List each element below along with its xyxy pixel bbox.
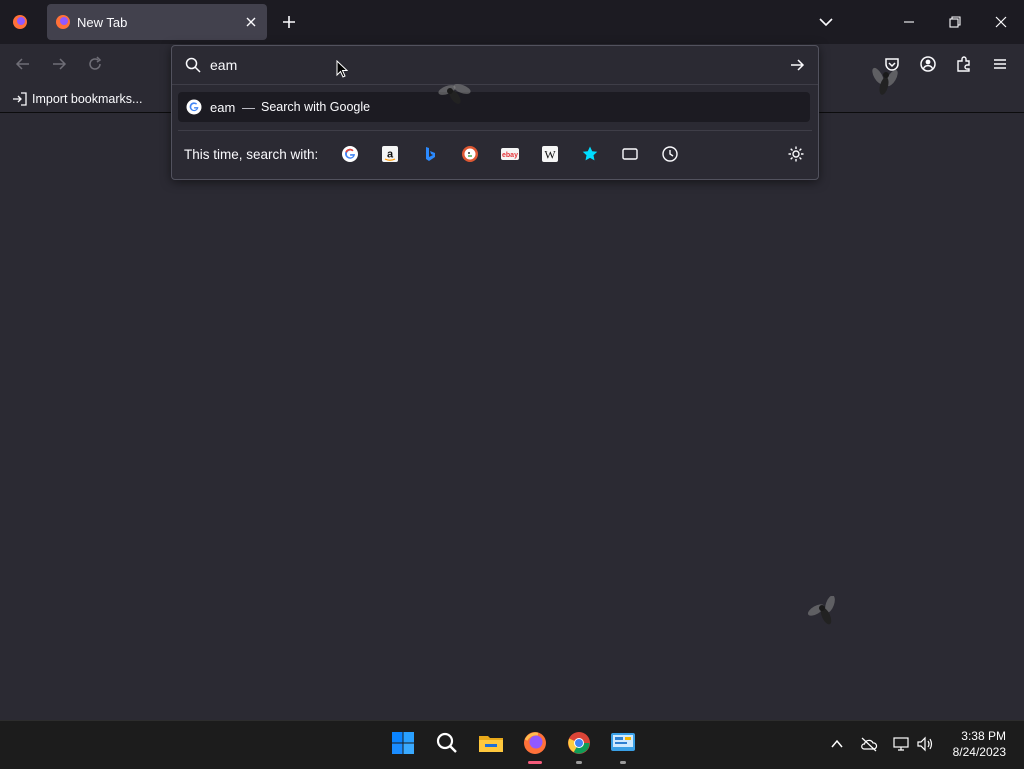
bing-engine-button[interactable] [421, 145, 439, 163]
url-input[interactable]: eam [210, 57, 237, 73]
arrow-right-icon[interactable] [50, 55, 68, 73]
arrow-right-icon[interactable] [788, 56, 806, 74]
puzzle-icon[interactable] [955, 55, 973, 73]
tab-strip: New Tab [0, 0, 1024, 44]
file-explorer-icon[interactable] [477, 729, 505, 757]
gear-icon[interactable] [787, 145, 805, 163]
oneoff-search-label: This time, search with: [184, 147, 319, 162]
google-engine-button[interactable] [341, 145, 359, 163]
search-icon[interactable] [433, 729, 461, 757]
active-indicator [528, 761, 542, 764]
amazon-engine-button[interactable]: a [381, 145, 399, 163]
restore-icon[interactable] [946, 13, 964, 31]
divider [178, 130, 812, 131]
google-icon [186, 99, 202, 115]
windows-start-icon[interactable] [389, 729, 417, 757]
firefox-icon[interactable] [8, 10, 32, 34]
svg-text:ebay: ebay [502, 152, 518, 159]
hamburger-icon[interactable] [991, 55, 1009, 73]
fly-image [806, 595, 842, 637]
network-icon[interactable] [892, 736, 910, 752]
fly-image [868, 66, 902, 107]
fly-image [438, 80, 472, 117]
minimize-icon[interactable] [900, 14, 918, 30]
window-close-icon[interactable] [992, 13, 1010, 31]
arrow-left-icon[interactable] [14, 55, 32, 73]
clock-time[interactable]: 3:38 PM [940, 729, 1006, 743]
suggestion-query: eam [210, 100, 236, 115]
chevron-up-icon[interactable] [830, 737, 844, 751]
import-icon [12, 91, 28, 107]
svg-text:a: a [387, 149, 394, 161]
ebay-engine-button[interactable]: ebay [501, 145, 519, 163]
bookmarks-star-icon[interactable] [581, 145, 599, 163]
urlbar-dropdown: eam eam — Search with Google This time, … [171, 45, 819, 180]
running-indicator [620, 761, 626, 764]
search-icon [184, 56, 202, 74]
control-panel-icon[interactable] [609, 729, 637, 757]
running-indicator [576, 761, 582, 764]
reload-icon[interactable] [86, 55, 104, 73]
suggestion-separator: — [242, 100, 255, 115]
chrome-icon[interactable] [565, 729, 593, 757]
tabs-icon[interactable] [621, 145, 639, 163]
account-icon[interactable] [919, 55, 937, 73]
wikipedia-engine-button[interactable]: W [541, 145, 559, 163]
suggestion-action: Search with Google [261, 100, 371, 114]
tab-title: New Tab [77, 15, 128, 30]
history-clock-icon[interactable] [661, 145, 679, 163]
firefox-icon [55, 14, 71, 30]
duckduckgo-engine-button[interactable] [461, 145, 479, 163]
firefox-icon[interactable] [521, 729, 549, 757]
taskbar: 3:38 PM 8/24/2023 [0, 720, 1024, 769]
close-icon[interactable] [243, 14, 259, 30]
volume-icon[interactable] [916, 736, 934, 752]
tab-new-tab[interactable]: New Tab [47, 4, 267, 40]
svg-text:W: W [544, 148, 556, 162]
mouse-cursor-icon [336, 59, 349, 78]
onedrive-offline-icon[interactable] [860, 736, 878, 752]
clock-date[interactable]: 8/24/2023 [940, 745, 1006, 759]
search-suggestion-row[interactable]: eam — Search with Google [178, 92, 810, 122]
import-bookmarks-label: Import bookmarks... [32, 92, 143, 106]
divider [172, 84, 818, 85]
chevron-down-icon[interactable] [817, 13, 835, 31]
new-tab-button[interactable] [280, 13, 298, 31]
